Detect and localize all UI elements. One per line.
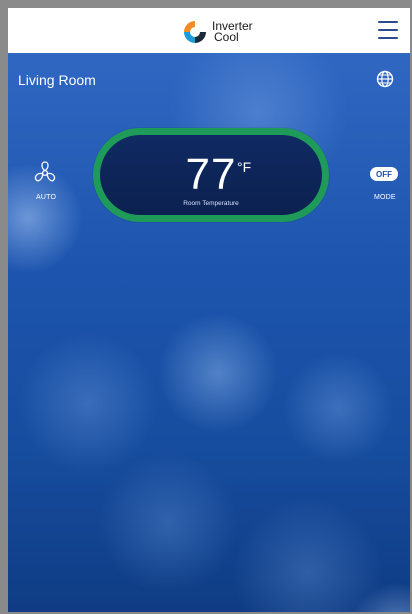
- hamburger-menu-icon[interactable]: [378, 21, 398, 39]
- mode-label: MODE: [374, 194, 396, 201]
- temperature-value: 77: [185, 150, 237, 199]
- temperature-display: 77 °F Room Temperature: [93, 128, 329, 222]
- inverter-cool-logo-icon: [184, 21, 206, 43]
- logo: Inverter Cool: [182, 19, 253, 45]
- globe-icon[interactable]: [376, 70, 394, 88]
- temperature-display-inner: 77 °F Room Temperature: [100, 135, 322, 215]
- temperature-unit: °F: [237, 159, 252, 175]
- mode-off-badge[interactable]: OFF: [370, 167, 398, 181]
- logo-line-2: Cool: [214, 30, 239, 44]
- fan-icon[interactable]: [32, 160, 58, 186]
- room-name[interactable]: Living Room: [18, 72, 96, 88]
- fan-mode-label: AUTO: [36, 194, 57, 201]
- top-bar: Inverter Cool: [8, 8, 410, 53]
- logo-text: Inverter Cool: [212, 20, 253, 44]
- temperature-label: Room Temperature: [183, 200, 239, 207]
- temperature-readout: 77 °F: [100, 153, 322, 197]
- app-frame: Inverter Cool Living Room AUTO OFF MODE …: [8, 8, 410, 612]
